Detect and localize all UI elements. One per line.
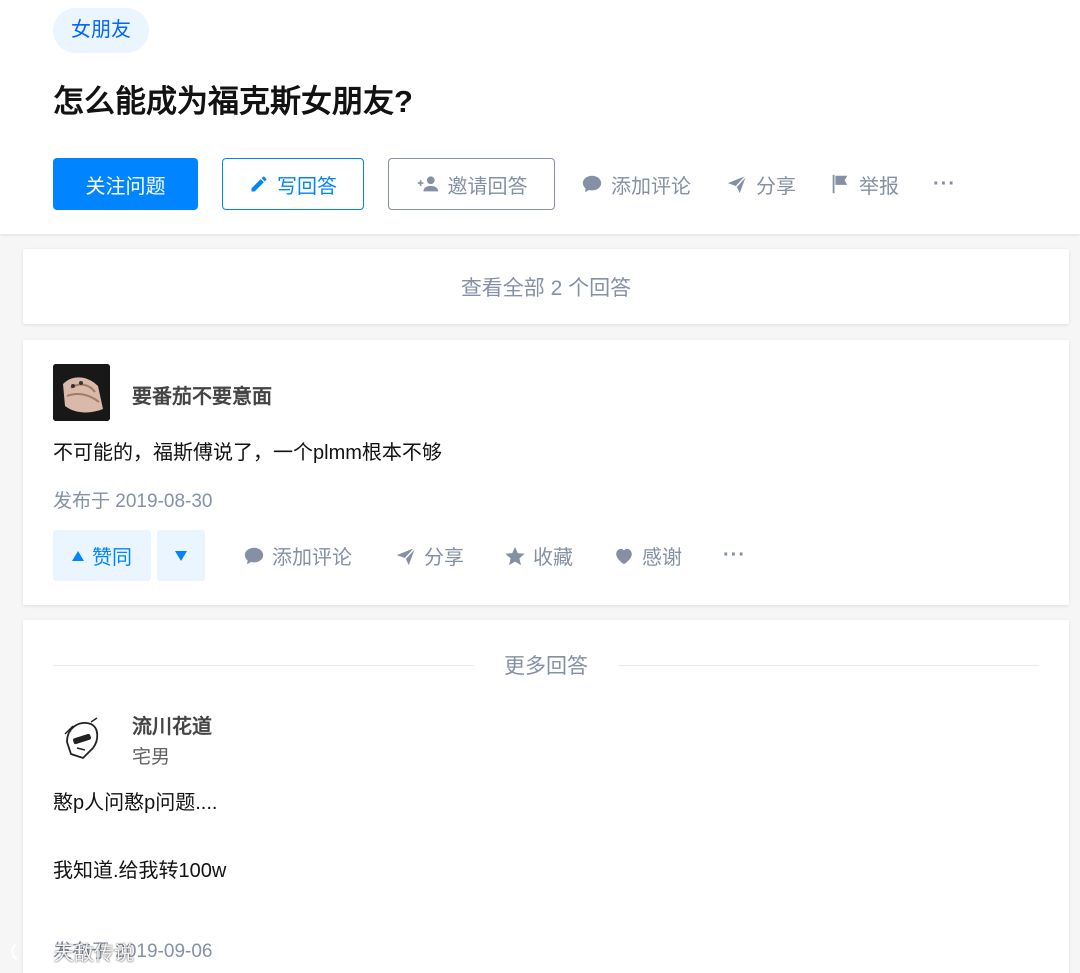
- divider-line-right: [618, 664, 1039, 666]
- avatar-image: [53, 712, 110, 769]
- author-name[interactable]: 要番茄不要意面: [132, 380, 272, 409]
- more-options-icon: ···: [933, 172, 956, 195]
- avatar[interactable]: [53, 712, 110, 769]
- answer-more-icon: ···: [723, 544, 746, 566]
- triangle-up-icon: [72, 550, 84, 561]
- answer-content-line: 憨p人问憨p问题....: [53, 792, 218, 814]
- write-answer-button[interactable]: 写回答: [222, 158, 364, 210]
- watermark: 天敌传说: [8, 937, 134, 966]
- report-label: 举报: [859, 175, 899, 198]
- share-action[interactable]: 分享: [726, 158, 796, 210]
- share-icon: [727, 175, 747, 194]
- report-action[interactable]: 举报: [829, 158, 899, 210]
- more-answers-title: 更多回答: [504, 655, 588, 678]
- more-answers-divider: 更多回答: [53, 650, 1039, 680]
- add-comment-label: 添加评论: [611, 175, 691, 198]
- question-header: 女朋友 怎么能成为福克斯女朋友? 关注问题 写回答 邀请回答 添加评论 分享 举…: [0, 0, 1080, 234]
- divider-line-left: [53, 664, 474, 666]
- upvote-label: 赞同: [92, 547, 132, 569]
- comment-icon: [582, 175, 602, 193]
- watermark-logo-icon: [11, 943, 45, 960]
- invite-answer-button[interactable]: 邀请回答: [388, 158, 555, 210]
- answer-comment-label: 添加评论: [272, 547, 352, 569]
- add-comment-action[interactable]: 添加评论: [581, 158, 691, 210]
- more-answers-card: 更多回答 流川花道 宅男 憨p人问憨p问题.... 我知道.给我转100w 发布…: [23, 620, 1069, 973]
- answer-more-button[interactable]: ···: [723, 530, 746, 581]
- view-all-answers-label: 查看全部 2 个回答: [460, 276, 632, 300]
- answer-comment-action[interactable]: 添加评论: [243, 530, 352, 581]
- answer-content-line: 我知道.给我转100w: [53, 860, 227, 882]
- invite-answer-label: 邀请回答: [447, 175, 528, 198]
- heart-icon: [616, 548, 632, 564]
- thanks-action[interactable]: 感谢: [613, 530, 682, 581]
- pencil-icon: [251, 176, 267, 192]
- collect-label: 收藏: [533, 547, 573, 569]
- watermark-text: 天敌传说: [54, 943, 134, 965]
- answer-share-label: 分享: [424, 547, 464, 569]
- answer-share-action[interactable]: 分享: [395, 530, 464, 581]
- add-user-icon: [417, 176, 438, 192]
- avatar[interactable]: [53, 364, 110, 421]
- thanks-label: 感谢: [642, 547, 682, 569]
- triangle-down-icon: [175, 550, 187, 561]
- follow-question-label: 关注问题: [85, 175, 166, 198]
- upvote-button[interactable]: 赞同: [53, 530, 151, 581]
- write-answer-label: 写回答: [277, 175, 337, 198]
- more-options-button[interactable]: ···: [933, 158, 956, 210]
- downvote-button[interactable]: [157, 530, 205, 581]
- author-name[interactable]: 流川花道: [132, 710, 212, 739]
- follow-question-button[interactable]: 关注问题: [53, 158, 198, 210]
- question-title[interactable]: 怎么能成为福克斯女朋友?: [53, 80, 413, 124]
- collect-action[interactable]: 收藏: [504, 530, 573, 581]
- share-icon: [396, 546, 416, 565]
- flag-icon: [832, 174, 848, 194]
- view-all-answers-card[interactable]: 查看全部 2 个回答: [23, 249, 1069, 324]
- topic-tag[interactable]: 女朋友: [53, 8, 149, 53]
- answer-content: 不可能的，福斯傅说了，一个plmm根本不够: [53, 442, 442, 464]
- star-icon: [505, 546, 525, 565]
- share-label: 分享: [756, 175, 796, 198]
- author-headline: 宅男: [132, 747, 171, 768]
- comment-icon: [244, 547, 264, 564]
- answer-date[interactable]: 发布于 2019-08-30: [53, 486, 212, 513]
- answer-card: 要番茄不要意面 不可能的，福斯傅说了，一个plmm根本不够 发布于 2019-0…: [23, 340, 1069, 605]
- avatar-image: [53, 364, 110, 421]
